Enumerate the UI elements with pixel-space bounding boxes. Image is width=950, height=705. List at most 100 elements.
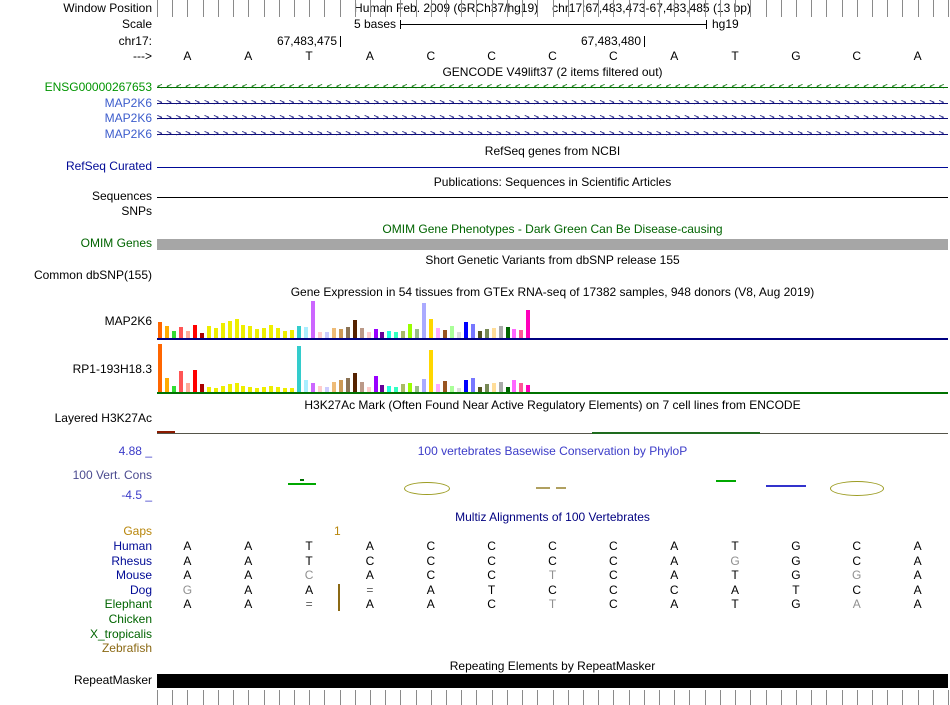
omim-title[interactable]: OMIM Gene Phenotypes - Dark Green Can Be…: [157, 223, 948, 236]
gtex-bar[interactable]: [470, 324, 475, 338]
gtex-bar[interactable]: [366, 387, 371, 392]
gtex-bar[interactable]: [304, 327, 308, 338]
gtex-bar[interactable]: [484, 384, 489, 392]
gtex-bar[interactable]: [178, 371, 183, 392]
gtex-bar[interactable]: [255, 329, 260, 338]
gtex-bar[interactable]: [401, 331, 406, 338]
gtex-bar[interactable]: [331, 328, 336, 338]
gtex-bar[interactable]: [422, 379, 427, 392]
species-label[interactable]: Human: [0, 540, 152, 553]
gtex-bar[interactable]: [171, 386, 176, 392]
phylop-track-label[interactable]: 100 Vert. Cons: [0, 469, 152, 482]
gtex-bar[interactable]: [512, 329, 517, 338]
gtex-bar[interactable]: [498, 382, 503, 392]
gtex-bar[interactable]: [519, 330, 524, 338]
gtex-bar[interactable]: [185, 383, 190, 392]
gene-label[interactable]: ENSG00000267653: [0, 81, 152, 94]
gene-item-line[interactable]: <<<<<<<<<<<<<<<<<<<<<<<<<<<<<<<<<<<<<<<<…: [157, 81, 948, 94]
h3k27ac-title[interactable]: H3K27Ac Mark (Often Found Near Active Re…: [157, 399, 948, 412]
gtex-bar[interactable]: [234, 383, 239, 392]
gtex-bar[interactable]: [276, 387, 281, 392]
gtex-bar[interactable]: [429, 319, 434, 338]
gtex-gene-label-map2k6[interactable]: MAP2K6: [0, 315, 152, 328]
gtex-bar[interactable]: [255, 388, 260, 392]
gtex-bar[interactable]: [442, 330, 447, 338]
repeatmasker-label[interactable]: RepeatMasker: [0, 674, 152, 687]
gtex-bar[interactable]: [505, 387, 510, 392]
gtex-bar[interactable]: [498, 326, 503, 338]
gtex-bar[interactable]: [324, 387, 329, 392]
gtex-bar[interactable]: [429, 350, 434, 392]
gtex-bar[interactable]: [491, 383, 496, 392]
gtex-bar[interactable]: [380, 332, 385, 338]
repeatmasker-track-bar[interactable]: [157, 674, 948, 688]
refseq-curated-label[interactable]: RefSeq Curated: [0, 160, 152, 173]
gtex-bar[interactable]: [283, 331, 288, 338]
gtex-bar[interactable]: [422, 303, 427, 338]
gtex-bar[interactable]: [290, 330, 295, 338]
gtex-bar[interactable]: [352, 320, 357, 338]
gtex-bar[interactable]: [408, 383, 413, 392]
gtex-bar[interactable]: [449, 326, 454, 338]
snps-label[interactable]: SNPs: [0, 205, 152, 218]
gtex-bar[interactable]: [283, 388, 288, 392]
gtex-bar[interactable]: [470, 378, 475, 392]
gtex-bar[interactable]: [394, 387, 399, 392]
multiz-title[interactable]: Multiz Alignments of 100 Vertebrates: [157, 511, 948, 524]
phylop-title[interactable]: 100 vertebrates Basewise Conservation by…: [157, 445, 948, 458]
h3k27ac-label[interactable]: Layered H3K27Ac: [0, 412, 152, 425]
gene-label[interactable]: MAP2K6: [0, 97, 152, 110]
gtex-bar[interactable]: [456, 332, 461, 338]
species-label[interactable]: Rhesus: [0, 554, 152, 568]
omim-genes-label[interactable]: OMIM Genes: [0, 237, 152, 250]
gtex-bar[interactable]: [373, 329, 378, 338]
gtex-bar[interactable]: [297, 346, 301, 392]
gtex-bar[interactable]: [213, 328, 218, 338]
species-label[interactable]: Chicken: [0, 613, 152, 626]
gtex-bar[interactable]: [269, 386, 274, 392]
gtex-bar[interactable]: [387, 386, 392, 392]
gtex-bar[interactable]: [449, 386, 454, 392]
gtex-bar[interactable]: [227, 321, 232, 338]
gtex-bar[interactable]: [352, 373, 357, 392]
gtex-bar[interactable]: [387, 331, 392, 338]
gtex-bar[interactable]: [290, 388, 295, 392]
gtex-bar[interactable]: [165, 378, 169, 392]
gtex-bar[interactable]: [442, 381, 447, 392]
gtex-bar[interactable]: [463, 322, 468, 338]
gtex-bar[interactable]: [248, 326, 253, 338]
gtex-bar[interactable]: [380, 385, 385, 392]
gtex-bar[interactable]: [220, 386, 225, 392]
gtex-bar[interactable]: [408, 324, 413, 338]
gtex-bar[interactable]: [359, 382, 364, 392]
gtex-bar[interactable]: [234, 319, 239, 338]
gtex-bar[interactable]: [241, 386, 246, 392]
dbsnp-title[interactable]: Short Genetic Variants from dbSNP releas…: [157, 254, 948, 267]
h3k27ac-signal[interactable]: [157, 433, 948, 434]
gtex-bar[interactable]: [158, 344, 162, 392]
gtex-bar[interactable]: [317, 386, 322, 392]
gtex-bar[interactable]: [415, 386, 420, 392]
gtex-bar[interactable]: [185, 331, 190, 338]
gene-item-line[interactable]: >>>>>>>>>>>>>>>>>>>>>>>>>>>>>>>>>>>>>>>>…: [157, 97, 948, 110]
gtex-bar[interactable]: [262, 328, 267, 338]
refseq-track-line[interactable]: [157, 167, 948, 168]
gtex-bar[interactable]: [526, 385, 531, 392]
refseq-title[interactable]: RefSeq genes from NCBI: [157, 145, 948, 158]
gtex-bar[interactable]: [199, 333, 204, 338]
gtex-bar[interactable]: [331, 382, 336, 392]
gtex-bar[interactable]: [526, 310, 531, 338]
gene-item-line[interactable]: >>>>>>>>>>>>>>>>>>>>>>>>>>>>>>>>>>>>>>>>…: [157, 128, 948, 141]
species-label[interactable]: X_tropicalis: [0, 627, 152, 641]
gencode-title[interactable]: GENCODE V49lift37 (2 items filtered out): [157, 66, 948, 79]
gtex-bar[interactable]: [477, 331, 482, 338]
gtex-bar[interactable]: [345, 327, 350, 338]
repeatmasker-title[interactable]: Repeating Elements by RepeatMasker: [157, 660, 948, 673]
gtex-bar[interactable]: [248, 387, 253, 392]
gtex-bar[interactable]: [436, 328, 440, 338]
gtex-bar[interactable]: [304, 380, 308, 392]
gtex-bar[interactable]: [324, 332, 329, 338]
gtex-bar[interactable]: [477, 387, 482, 392]
gtex-bar[interactable]: [366, 332, 371, 338]
gtex-bar[interactable]: [227, 384, 232, 392]
